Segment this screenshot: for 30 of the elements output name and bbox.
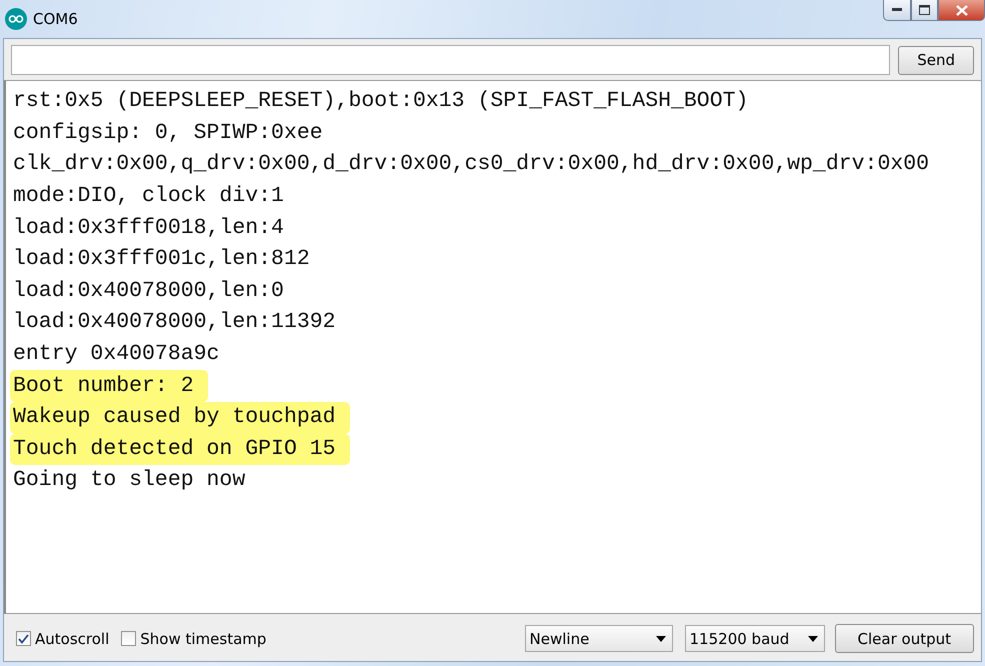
checkbox-label: Autoscroll <box>35 630 110 648</box>
close-button[interactable] <box>938 0 985 21</box>
checkbox-label: Show timestamp <box>140 630 266 648</box>
output-line: mode:DIO, clock div:1 <box>12 183 285 210</box>
checkmark-icon <box>18 634 29 644</box>
app-logo-icon <box>5 8 27 30</box>
output-line: rst:0x5 (DEEPSLEEP_RESET),boot:0x13 (SPI_FAST_FLASH_BOOT) <box>12 88 750 116</box>
close-icon <box>956 4 968 16</box>
output-line: load:0x3fff001c,len:812 <box>12 246 311 274</box>
output-line: load:0x40078000,len:0 <box>12 278 285 305</box>
clear-output-button[interactable]: Clear output <box>834 624 974 653</box>
window-title: COM6 <box>33 10 78 28</box>
output-line: load:0x40078000,len:11392 <box>12 309 337 336</box>
message-input-field[interactable] <box>11 45 890 75</box>
checkbox[interactable] <box>16 631 31 646</box>
minimize-icon <box>892 8 902 12</box>
output-line: entry 0x40078a9c <box>12 341 220 368</box>
maximize-button[interactable] <box>911 0 938 21</box>
dropdown-arrow-icon <box>808 636 818 642</box>
minimize-button[interactable] <box>883 0 911 21</box>
dropdown-arrow-icon <box>656 636 666 642</box>
line-ending-dropdown[interactable]: Newline <box>524 625 673 652</box>
send-button[interactable]: Send <box>898 46 974 74</box>
baud-rate-dropdown[interactable]: 115200 baud <box>684 625 825 652</box>
output-line: load:0x3fff0018,len:4 <box>12 214 285 242</box>
checkbox[interactable] <box>121 631 136 646</box>
output-line: Going to sleep now <box>12 467 246 494</box>
output-line: clk_drv:0x00,q_drv:0x00,d_drv:0x00,cs0_drv:0x00,hd_drv:0x00,wp_drv:0x00 <box>12 151 930 178</box>
maximize-icon <box>919 5 930 15</box>
output-line: configsip: 0, SPIWP:0xee <box>12 120 324 147</box>
